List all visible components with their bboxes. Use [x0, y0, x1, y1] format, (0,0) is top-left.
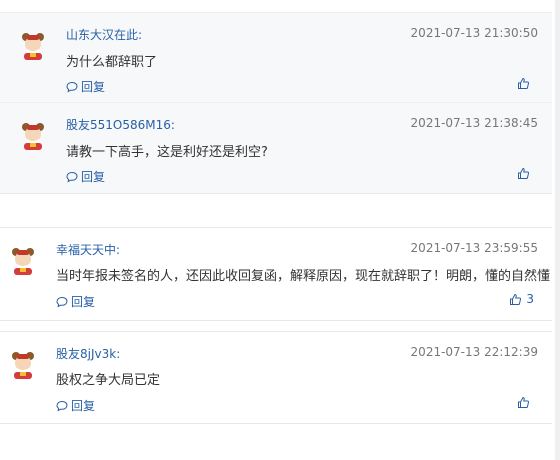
reply-label: 回复 [71, 399, 96, 413]
reply-button[interactable]: 回复 [66, 168, 105, 185]
comment-text: 当时年报未签名的人，还因此收回复函，解释原因，现在就辞职了！明朗，懂的自然懂 [56, 269, 551, 284]
comment-item: 幸福天天中: 2021-07-13 23:59:55 当时年报未签名的人，还因此… [0, 227, 552, 321]
comment-text: 股权之争大局已定 [56, 373, 161, 388]
user-avatar[interactable] [18, 31, 48, 61]
reply-label: 回复 [81, 170, 106, 184]
comment-username[interactable]: 股友551O586M16: [66, 116, 175, 133]
comment-timestamp: 2021-07-13 23:59:55 [410, 241, 538, 255]
reply-item: 山东大汉在此: 2021-07-13 21:30:50 为什么都辞职了 回复 [0, 12, 552, 104]
user-avatar[interactable] [8, 350, 38, 380]
thumbs-up-icon [517, 167, 530, 180]
comment-username[interactable]: 股友8jJv3k: [56, 345, 120, 362]
comment-text: 为什么都辞职了 [66, 55, 158, 70]
user-avatar[interactable] [18, 121, 48, 151]
like-count: 3 [526, 292, 534, 306]
comment-text: 请教一下高手，这是利好还是利空? [66, 145, 268, 160]
reply-item: 股友551O586M16: 2021-07-13 21:38:45 请教一下高手… [0, 102, 552, 194]
user-avatar[interactable] [8, 246, 38, 276]
comment-timestamp: 2021-07-13 22:12:39 [410, 345, 538, 359]
reply-label: 回复 [71, 295, 96, 309]
scrollbar[interactable] [555, 0, 560, 460]
comment-timestamp: 2021-07-13 21:38:45 [410, 116, 538, 130]
comment-bubble-icon [56, 296, 68, 308]
thumbs-up-icon [517, 396, 530, 409]
thumbs-up-icon [509, 293, 522, 306]
comment-timestamp: 2021-07-13 21:30:50 [410, 26, 538, 40]
like-button[interactable] [517, 396, 534, 409]
comment-bubble-icon [66, 81, 78, 93]
reply-button[interactable]: 回复 [56, 293, 95, 310]
comment-bubble-icon [56, 400, 68, 412]
comment-bubble-icon [66, 171, 78, 183]
reply-label: 回复 [81, 80, 106, 94]
thumbs-up-icon [517, 77, 530, 90]
comment-username[interactable]: 山东大汉在此: [66, 26, 142, 43]
like-button[interactable] [517, 77, 534, 90]
reply-button[interactable]: 回复 [56, 397, 95, 414]
like-button[interactable]: 3 [509, 292, 534, 306]
comment-username[interactable]: 幸福天天中: [56, 241, 120, 258]
reply-button[interactable]: 回复 [66, 78, 105, 95]
like-button[interactable] [517, 167, 534, 180]
comment-item: 股友8jJv3k: 2021-07-13 22:12:39 股权之争大局已定 回… [0, 331, 552, 424]
